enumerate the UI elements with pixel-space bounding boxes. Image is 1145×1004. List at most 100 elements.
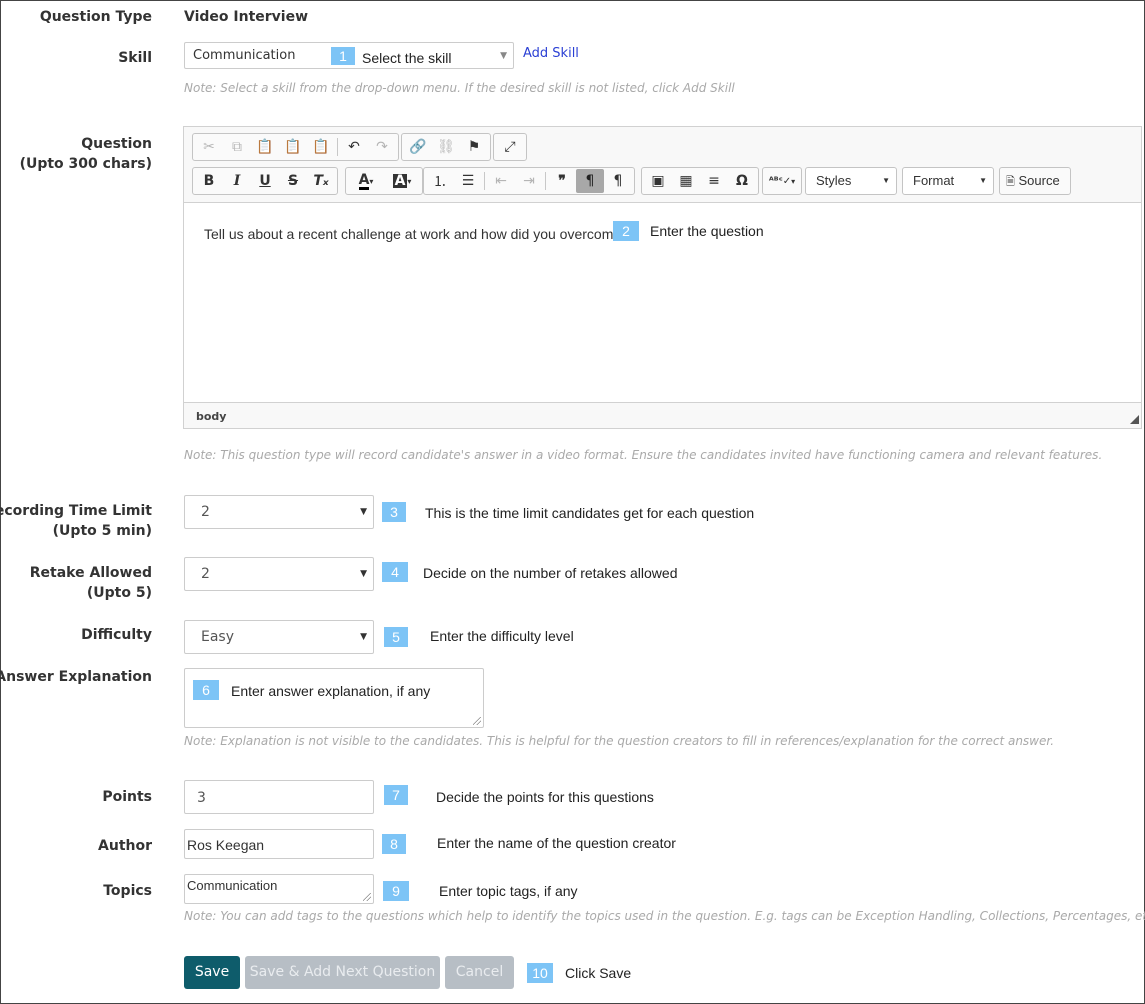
question-text: Tell us about a recent challenge at work… — [204, 226, 636, 242]
table-icon[interactable]: ▦ — [672, 169, 700, 193]
step-badge-8: 8 — [382, 834, 406, 854]
step-badge-3: 3 — [382, 502, 406, 522]
increase-indent-icon[interactable]: ⇥ — [515, 169, 543, 193]
underline-icon[interactable]: U — [251, 169, 279, 193]
spellcheck-toolbar-group: ᴬᴮᶜ✓ ▾ — [762, 167, 802, 195]
toolbar-separator — [545, 172, 546, 190]
chevron-down-icon: ▼ — [360, 507, 367, 517]
step-badge-2: 2 — [613, 221, 639, 241]
paste-text-icon[interactable]: 📋 — [279, 135, 307, 159]
numbered-list-icon[interactable]: ⒈ — [426, 169, 454, 193]
difficulty-select[interactable]: Easy ▼ — [184, 620, 374, 654]
question-label-limit: (Upto 300 chars) — [19, 156, 152, 172]
answer-explanation-hint: Enter answer explanation, if any — [231, 683, 431, 699]
blockquote-icon[interactable]: ❞ — [548, 169, 576, 193]
insert-toolbar-group: ▣ ▦ ≡ Ω — [641, 167, 759, 195]
answer-explanation-label: Answer Explanation — [0, 669, 152, 685]
skill-note: Note: Select a skill from the drop-down … — [184, 81, 735, 95]
cancel-button[interactable]: Cancel — [445, 956, 514, 989]
topics-label: Topics — [103, 883, 152, 899]
topics-note: Note: You can add tags to the questions … — [184, 909, 1145, 923]
save-button[interactable]: Save — [184, 956, 240, 989]
save-hint: Click Save — [565, 965, 632, 981]
cut-icon[interactable]: ✂ — [195, 135, 223, 159]
skill-hint: Select the skill — [362, 50, 452, 66]
topics-textarea[interactable]: Communication — [184, 874, 374, 904]
toolbar-separator — [484, 172, 485, 190]
chevron-down-icon: ▼ — [979, 176, 987, 185]
decrease-indent-icon[interactable]: ⇤ — [487, 169, 515, 193]
ltr-direction-icon[interactable]: ¶ — [576, 169, 604, 193]
topics-hint: Enter topic tags, if any — [439, 883, 578, 899]
author-value: Ros Keegan — [187, 837, 265, 853]
retake-label: Retake Allowed — [29, 565, 152, 581]
difficulty-value: Easy — [201, 629, 235, 645]
resize-grip-icon[interactable] — [363, 893, 371, 901]
unlink-icon[interactable]: ⛓ — [432, 135, 460, 159]
styles-dropdown-label: Styles — [816, 173, 852, 188]
add-skill-link[interactable]: Add Skill — [523, 45, 579, 63]
points-value: 3 — [197, 790, 206, 806]
question-type-label: Question Type — [39, 9, 152, 25]
color-toolbar-group: A ▾ A ▾ — [345, 167, 423, 195]
redo-icon[interactable]: ↷ — [368, 135, 396, 159]
styles-dropdown[interactable]: Styles ▼ — [805, 167, 897, 195]
chevron-down-icon: ▼ — [360, 569, 367, 579]
rtl-direction-icon[interactable]: ¶ — [604, 169, 632, 193]
chevron-down-icon: ▼ — [500, 51, 507, 61]
resize-handle-icon[interactable] — [1130, 415, 1139, 424]
horizontal-line-icon[interactable]: ≡ — [700, 169, 728, 193]
paste-icon[interactable]: 📋 — [251, 135, 279, 159]
bold-icon[interactable]: B — [195, 169, 223, 193]
strikethrough-icon[interactable]: S — [279, 169, 307, 193]
step-badge-4: 4 — [382, 562, 408, 582]
resize-grip-icon[interactable] — [473, 717, 481, 725]
link-icon[interactable]: 🔗 — [404, 135, 432, 159]
question-type-value: Video Interview — [184, 9, 309, 25]
question-hint: Enter the question — [650, 223, 764, 239]
rich-text-editor: ✂ ⧉ 📋 📋 📋 ↶ ↷ 🔗 ⛓ ⚑ ⤢ B I U S Tₓ A▾ A▾ — [183, 126, 1142, 429]
source-button[interactable]: 🗎 Source — [999, 167, 1071, 195]
source-icon: 🗎 — [1006, 176, 1015, 188]
link-toolbar-group: 🔗 ⛓ ⚑ — [401, 133, 491, 161]
answer-explanation-note: Note: Explanation is not visible to the … — [184, 734, 1055, 748]
copy-icon[interactable]: ⧉ — [223, 135, 251, 159]
chevron-down-icon: ▼ — [360, 632, 367, 642]
remove-format-icon[interactable]: Tₓ — [307, 169, 335, 193]
format-dropdown[interactable]: Format ▼ — [902, 167, 994, 195]
recording-time-hint: This is the time limit candidates get fo… — [425, 505, 755, 521]
list-toolbar-group: ⒈ ☰ ⇤ ⇥ ❞ ¶ ¶ — [423, 167, 635, 195]
question-note: Note: This question type will record can… — [184, 448, 1103, 462]
difficulty-hint: Enter the difficulty level — [430, 628, 574, 644]
retake-select[interactable]: 2 ▼ — [184, 557, 374, 591]
background-color-icon[interactable]: A ▾ — [384, 169, 420, 193]
paste-word-icon[interactable]: 📋 — [307, 135, 335, 159]
author-hint: Enter the name of the question creator — [437, 835, 676, 851]
spellcheck-icon[interactable]: ᴬᴮᶜ✓ ▾ — [765, 169, 799, 193]
skill-label: Skill — [118, 50, 152, 66]
image-icon[interactable]: ▣ — [644, 169, 672, 193]
clipboard-toolbar-group: ✂ ⧉ 📋 📋 📋 ↶ ↷ — [192, 133, 399, 161]
view-toolbar-group: ⤢ — [493, 133, 527, 161]
save-and-add-next-button[interactable]: Save & Add Next Question — [245, 956, 440, 989]
bulleted-list-icon[interactable]: ☰ — [454, 169, 482, 193]
retake-limit: (Upto 5) — [86, 585, 152, 601]
recording-time-value: 2 — [201, 504, 210, 520]
points-input[interactable]: 3 — [184, 780, 374, 814]
italic-icon[interactable]: I — [223, 169, 251, 193]
undo-icon[interactable]: ↶ — [340, 135, 368, 159]
retake-value: 2 — [201, 566, 210, 582]
question-label: Question — [81, 136, 152, 152]
maximize-icon[interactable]: ⤢ — [496, 135, 524, 159]
author-input[interactable]: Ros Keegan — [184, 829, 374, 859]
points-hint: Decide the points for this questions — [436, 789, 654, 805]
topics-value: Communication — [187, 878, 278, 893]
element-path: body — [196, 410, 227, 423]
special-character-icon[interactable]: Ω — [728, 169, 756, 193]
format-dropdown-label: Format — [913, 173, 955, 188]
anchor-flag-icon[interactable]: ⚑ — [460, 135, 488, 159]
author-label: Author — [98, 838, 152, 854]
step-badge-7: 7 — [384, 785, 408, 805]
text-color-icon[interactable]: A ▾ — [348, 169, 384, 193]
recording-time-select[interactable]: 2 ▼ — [184, 495, 374, 529]
